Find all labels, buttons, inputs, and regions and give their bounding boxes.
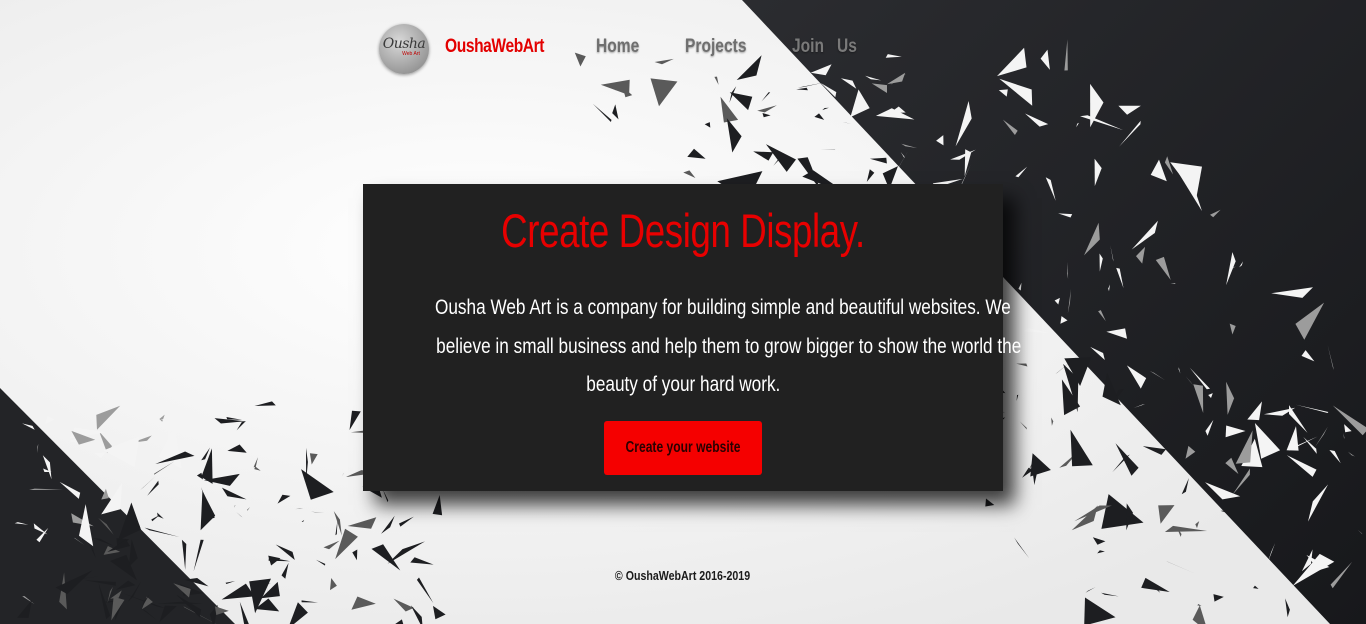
copyright-text: © OushaWebArt 2016-2019 (615, 569, 751, 583)
hero-description: Ousha Web Art is a company for building … (363, 288, 1021, 404)
logo[interactable]: Ousha Web Art (379, 24, 429, 74)
nav-projects[interactable]: Projects (685, 36, 746, 58)
hero-description-line: believe in small business and help them … (436, 333, 1022, 358)
brand-link[interactable]: OushaWebArt (445, 36, 545, 58)
nav-join-us[interactable]: Join Us (792, 36, 857, 58)
create-website-button-label: Create your website (625, 439, 741, 456)
site-header: Ousha Web Art OushaWebArt Home Projects … (0, 0, 1366, 96)
footer: © OushaWebArt 2016-2019 (0, 569, 1366, 583)
logo-wordmark: Ousha (382, 36, 426, 52)
create-website-button[interactable]: Create your website (604, 421, 762, 475)
hero-title: Create Design Display. (501, 204, 865, 257)
hero-description-line: Ousha Web Art is a company for building … (434, 295, 1011, 319)
page: Ousha Web Art OushaWebArt Home Projects … (0, 0, 1366, 624)
hero-description-line: beauty of your hard work. (585, 372, 781, 396)
nav-home[interactable]: Home (596, 36, 639, 58)
